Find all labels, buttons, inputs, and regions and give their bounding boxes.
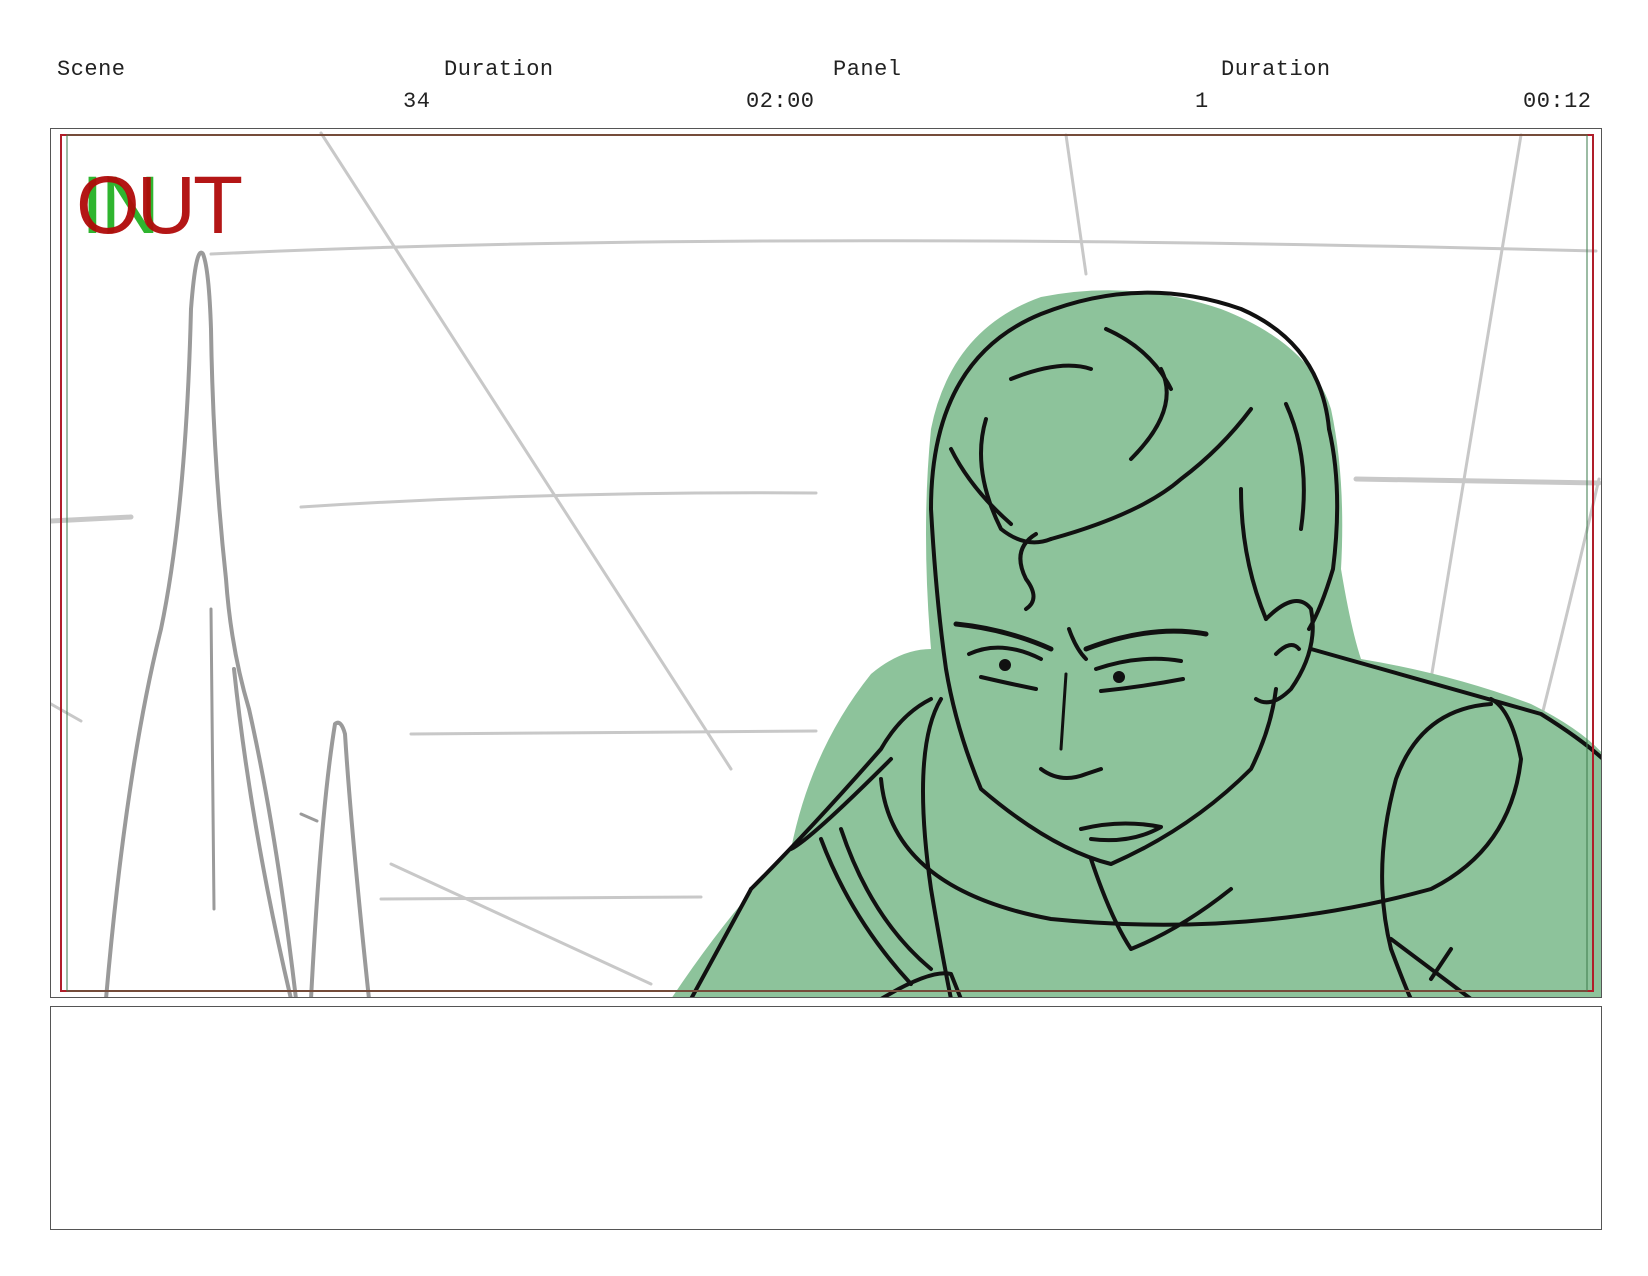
scene-number: 34: [403, 89, 431, 114]
notes-text: [51, 1007, 1601, 1027]
scene-label: Scene: [57, 57, 126, 82]
notes-area[interactable]: [50, 1006, 1602, 1230]
panel-number: 1: [1195, 89, 1209, 114]
character: [672, 290, 1601, 997]
panel-label: Panel: [833, 57, 902, 82]
panel-duration-value: 00:12: [1523, 89, 1592, 114]
out-marker: OUT: [76, 160, 243, 251]
scene-duration-value: 02:00: [746, 89, 815, 114]
panel-duration-label: Duration: [1221, 57, 1331, 82]
storyboard-panel[interactable]: IN OUT: [50, 128, 1602, 998]
rock-spires: [104, 250, 371, 997]
scene-duration-label: Duration: [444, 57, 554, 82]
panel-drawing: [51, 131, 1601, 997]
